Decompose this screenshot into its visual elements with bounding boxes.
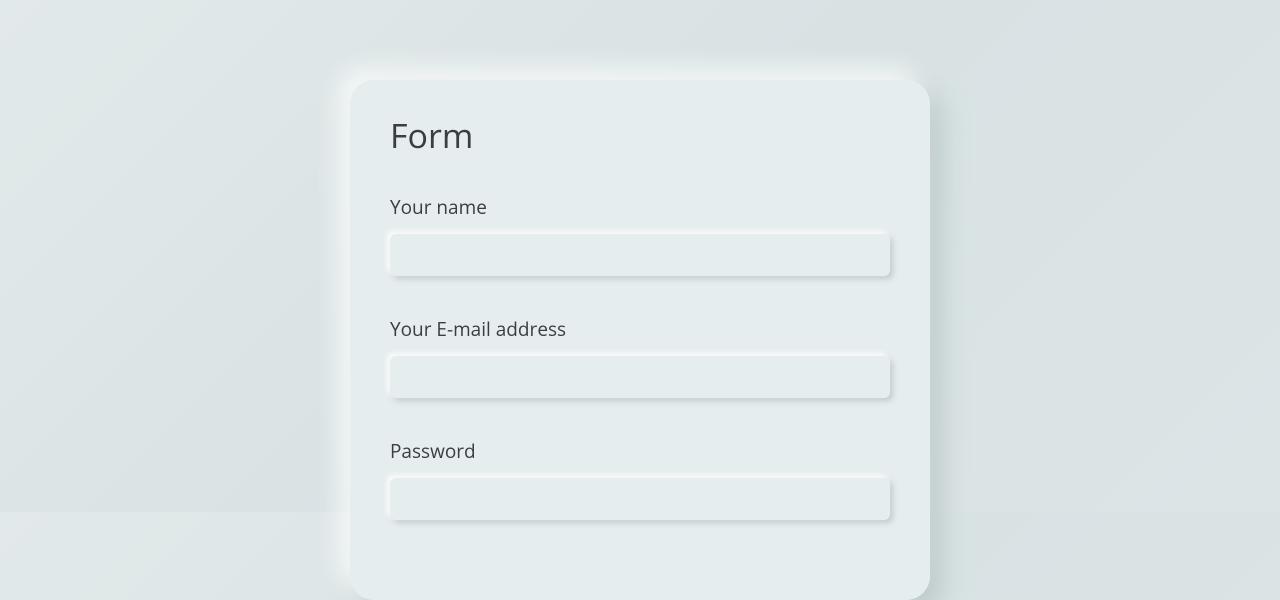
email-label: Your E-mail address	[390, 316, 890, 342]
form-group-email: Your E-mail address	[390, 316, 890, 398]
form-title: Form	[390, 112, 890, 158]
password-input[interactable]	[390, 478, 890, 520]
form-group-name: Your name	[390, 194, 890, 276]
name-input[interactable]	[390, 234, 890, 276]
password-label: Password	[390, 438, 890, 464]
form-group-password: Password	[390, 438, 890, 520]
email-input[interactable]	[390, 356, 890, 398]
form-card: Form Your name Your E-mail address Passw…	[350, 80, 930, 600]
name-label: Your name	[390, 194, 890, 220]
